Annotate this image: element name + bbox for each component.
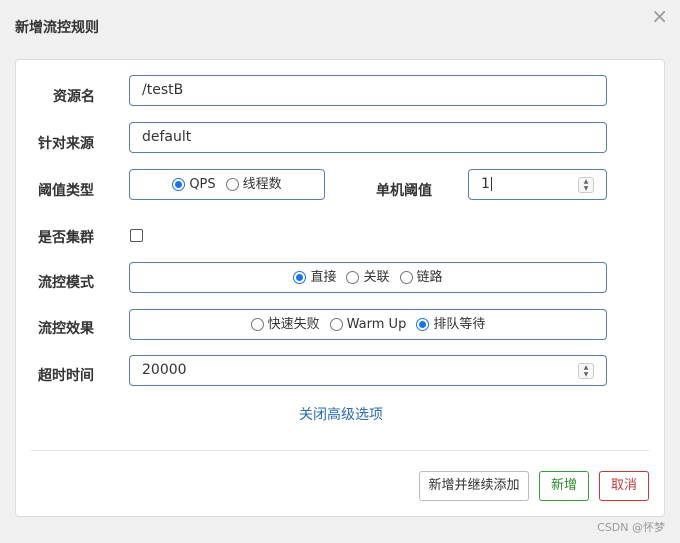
- divider: [31, 450, 649, 451]
- strategy-radio-group: 直接 关联 链路: [129, 262, 607, 293]
- grade-label: 阈值类型: [38, 183, 94, 199]
- strategy-option-chain[interactable]: 链路: [399, 263, 443, 292]
- dialog-title: 新增流控规则: [15, 20, 99, 36]
- cluster-label: 是否集群: [38, 230, 94, 246]
- number-stepper-icon[interactable]: ▲ ▼: [578, 177, 594, 193]
- behavior-option-label: Warm Up: [346, 317, 407, 332]
- radio-checked-icon: [416, 318, 430, 331]
- strategy-option-relate[interactable]: 关联: [346, 263, 390, 292]
- behavior-label: 流控效果: [38, 321, 94, 337]
- behavior-option-label: 快速失败: [267, 317, 320, 332]
- close-advanced-options-link[interactable]: 关闭高级选项: [16, 404, 666, 424]
- behavior-radio-group: 快速失败 Warm Up 排队等待: [129, 309, 607, 340]
- radio-checked-icon: [293, 271, 307, 284]
- strategy-option-direct[interactable]: 直接: [293, 263, 336, 292]
- timeout-input[interactable]: 20000 ▲ ▼: [129, 355, 607, 386]
- form-card: 资源名 /testB 针对来源 default 阈值类型 QPS 线程数 单机阈…: [15, 59, 665, 517]
- behavior-option-fast-fail[interactable]: 快速失败: [250, 310, 320, 339]
- grade-option-qps[interactable]: QPS: [172, 170, 216, 199]
- grade-radio-group: QPS 线程数: [129, 169, 325, 200]
- close-icon[interactable]: ×: [651, 6, 668, 26]
- resource-input[interactable]: /testB: [129, 75, 607, 106]
- text-caret: [490, 177, 492, 191]
- add-and-continue-button[interactable]: 新增并继续添加: [419, 471, 529, 501]
- radio-unchecked-icon: [225, 178, 239, 191]
- timeout-label: 超时时间: [38, 368, 94, 384]
- limit-app-input[interactable]: default: [129, 122, 607, 153]
- radio-checked-icon: [172, 178, 186, 191]
- limit-app-label: 针对来源: [38, 136, 94, 152]
- threshold-value: 1: [481, 176, 490, 192]
- limit-app-value: default: [142, 129, 192, 145]
- radio-unchecked-icon: [399, 271, 413, 284]
- behavior-option-queue[interactable]: 排队等待: [416, 310, 485, 339]
- strategy-option-label: 链路: [416, 270, 443, 285]
- strategy-option-label: 关联: [363, 270, 390, 285]
- cancel-button[interactable]: 取消: [599, 471, 649, 501]
- radio-unchecked-icon: [346, 271, 360, 284]
- number-stepper-icon[interactable]: ▲ ▼: [578, 363, 594, 379]
- strategy-label: 流控模式: [38, 275, 94, 291]
- behavior-option-label: 排队等待: [433, 317, 486, 332]
- threshold-label: 单机阈值: [376, 183, 432, 199]
- radio-unchecked-icon: [250, 318, 264, 331]
- resource-value: /testB: [142, 82, 184, 98]
- flow-rule-dialog: 新增流控规则 × 资源名 /testB 针对来源 default 阈值类型 QP…: [0, 0, 680, 543]
- resource-label: 资源名: [53, 89, 95, 105]
- grade-option-label: QPS: [189, 177, 216, 192]
- timeout-value: 20000: [142, 362, 187, 378]
- grade-option-label: 线程数: [242, 177, 282, 192]
- add-button[interactable]: 新增: [539, 471, 589, 501]
- radio-unchecked-icon: [329, 318, 343, 331]
- cluster-checkbox[interactable]: [130, 229, 143, 242]
- watermark: CSDN @怀梦: [597, 521, 665, 534]
- threshold-input[interactable]: 1 ▲ ▼: [468, 169, 607, 200]
- grade-option-thread[interactable]: 线程数: [225, 170, 282, 199]
- strategy-option-label: 直接: [310, 270, 337, 285]
- behavior-option-warm-up[interactable]: Warm Up: [329, 310, 407, 339]
